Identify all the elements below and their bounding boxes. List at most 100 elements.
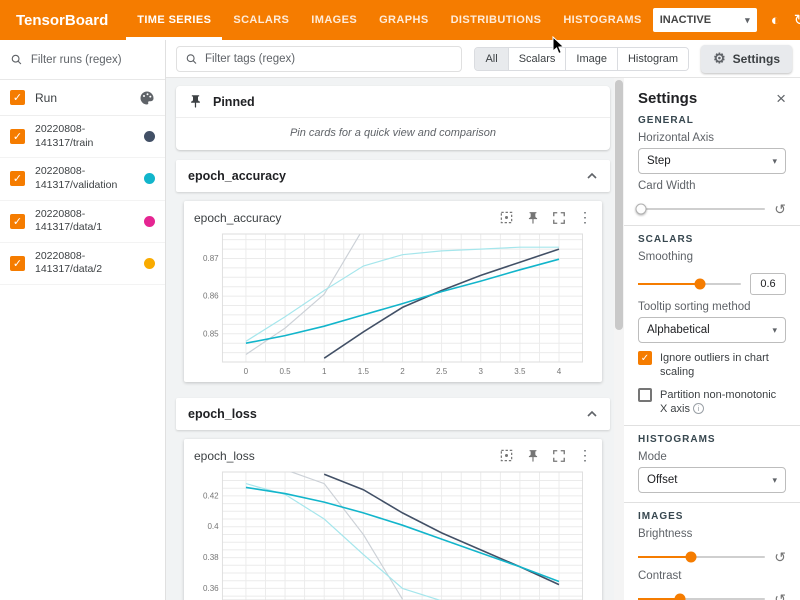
run-label: 20220808-141317/data/1 [35, 208, 134, 235]
epoch-accuracy-chart[interactable]: 00.511.522.533.540.850.860.87 [194, 228, 592, 378]
run-row-data-1[interactable]: ✓ 20220808-141317/data/1 [0, 201, 165, 243]
chart-header: epoch_loss [194, 447, 592, 464]
pin-icon[interactable] [526, 449, 540, 463]
run-color-dot[interactable] [144, 173, 155, 184]
run-label: 20220808-141317/train [35, 123, 134, 150]
run-color-dot[interactable] [144, 131, 155, 142]
tab-scalars[interactable]: SCALARS [222, 0, 300, 40]
slider-thumb[interactable] [635, 204, 646, 215]
tag-toolbar: All Scalars Image Histogram ⚙ Settings [166, 40, 800, 78]
section-label: epoch_loss [188, 407, 257, 421]
reload-status-select[interactable]: INACTIVE ▾ [653, 8, 757, 32]
svg-text:2: 2 [400, 367, 405, 376]
chevron-up-icon[interactable] [586, 172, 598, 180]
scalars-section-label: SCALARS [638, 234, 786, 245]
horizontal-axis-select[interactable]: Step ▾ [638, 148, 786, 174]
reset-icon[interactable]: ↺ [774, 202, 786, 216]
tag-filter-field [176, 46, 462, 72]
run-row-train[interactable]: ✓ 20220808-141317/train [0, 116, 165, 158]
general-section-label: GENERAL [638, 115, 786, 126]
run-checkbox[interactable]: ✓ [10, 214, 25, 229]
reset-icon[interactable]: ↺ [774, 592, 786, 600]
more-options-icon[interactable]: ⋮ [578, 209, 592, 226]
chart-title: epoch_accuracy [194, 211, 281, 225]
svg-text:0.5: 0.5 [279, 367, 291, 376]
section-header-epoch-accuracy[interactable]: epoch_accuracy [176, 160, 610, 192]
tab-histograms[interactable]: HISTOGRAMS [552, 0, 652, 40]
caret-down-icon: ▾ [772, 156, 777, 167]
run-filter-input[interactable] [31, 54, 155, 66]
tab-images[interactable]: IMAGES [300, 0, 368, 40]
theme-toggle-icon[interactable]: ◐ [771, 13, 780, 28]
smoothing-input[interactable] [750, 273, 786, 295]
reset-icon[interactable]: ↺ [774, 550, 786, 564]
run-label: 20220808-141317/validation [35, 165, 134, 192]
fullscreen-icon[interactable] [552, 211, 566, 225]
filter-chip-image[interactable]: Image [565, 48, 617, 70]
run-row-validation[interactable]: ✓ 20220808-141317/validation [0, 158, 165, 200]
ignore-outliers-checkbox[interactable]: ✓ [638, 351, 652, 365]
run-label: 20220808-141317/data/2 [35, 250, 134, 277]
partition-x-checkbox[interactable] [638, 388, 652, 402]
card-width-row: ↺ [638, 202, 786, 216]
slider-thumb[interactable] [694, 279, 705, 290]
fit-domain-icon[interactable] [499, 448, 514, 463]
chevron-up-icon[interactable] [586, 410, 598, 418]
run-filter-field [0, 40, 165, 80]
pin-icon[interactable] [526, 211, 540, 225]
smoothing-slider[interactable] [638, 283, 741, 285]
chart-actions: ⋮ [499, 209, 592, 226]
body-row: ✓ Run ✓ 20220808-141317/train ✓ 20220808… [0, 40, 800, 600]
epoch-loss-chart[interactable]: 00.511.522.533.540.420.40.380.36 [194, 466, 592, 600]
tab-graphs[interactable]: GRAPHS [368, 0, 439, 40]
brightness-slider[interactable] [638, 556, 765, 558]
settings-panel-header: Settings × [638, 90, 786, 107]
palette-icon[interactable] [139, 90, 155, 106]
card-width-slider[interactable] [638, 208, 765, 210]
section-header-epoch-loss[interactable]: epoch_loss [176, 398, 610, 430]
nav-tabs: TIME SERIES SCALARS IMAGES GRAPHS DISTRI… [126, 0, 652, 40]
chart-title: epoch_loss [194, 449, 255, 463]
filter-chip-all[interactable]: All [475, 48, 507, 70]
more-options-icon[interactable]: ⋮ [578, 447, 592, 464]
run-checkbox[interactable]: ✓ [10, 171, 25, 186]
ignore-outliers-row[interactable]: ✓ Ignore outliers in chart scaling [638, 351, 786, 380]
filter-chip-histogram[interactable]: Histogram [617, 48, 688, 70]
refresh-icon[interactable]: ↻ [794, 13, 800, 28]
scrollbar-thumb[interactable] [615, 80, 623, 330]
section-label: epoch_accuracy [188, 169, 286, 183]
cards-area: Pinned Pin cards for a quick view and co… [166, 78, 614, 600]
svg-text:0.4: 0.4 [207, 522, 219, 531]
mode-label: Mode [638, 451, 786, 463]
fullscreen-icon[interactable] [552, 449, 566, 463]
svg-text:1.5: 1.5 [358, 367, 370, 376]
caret-down-icon: ▾ [772, 325, 777, 336]
topbar-actions: INACTIVE ▾ ◐ ↻ ⚙ ? [653, 8, 800, 32]
tooltip-sorting-select[interactable]: Alphabetical ▾ [638, 317, 786, 343]
settings-button-label: Settings [733, 52, 780, 66]
settings-button[interactable]: ⚙ Settings [701, 45, 792, 73]
run-color-dot[interactable] [144, 258, 155, 269]
histogram-mode-select[interactable]: Offset ▾ [638, 467, 786, 493]
chart-actions: ⋮ [499, 447, 592, 464]
fit-domain-icon[interactable] [499, 210, 514, 225]
run-checkbox[interactable]: ✓ [10, 256, 25, 271]
slider-thumb[interactable] [674, 594, 685, 600]
partition-x-row[interactable]: Partition non-monotonic X axisi [638, 388, 786, 417]
filter-chip-scalars[interactable]: Scalars [508, 48, 566, 70]
tag-filter-input[interactable] [205, 53, 454, 65]
caret-down-icon: ▾ [772, 475, 777, 486]
svg-text:3: 3 [479, 367, 484, 376]
svg-text:0.87: 0.87 [203, 254, 219, 263]
tab-distributions[interactable]: DISTRIBUTIONS [440, 0, 553, 40]
run-color-dot[interactable] [144, 216, 155, 227]
run-row-data-2[interactable]: ✓ 20220808-141317/data/2 [0, 243, 165, 285]
tab-time-series[interactable]: TIME SERIES [126, 0, 222, 40]
histograms-section-label: HISTOGRAMS [638, 434, 786, 445]
select-all-runs-checkbox[interactable]: ✓ [10, 90, 25, 105]
slider-thumb[interactable] [686, 552, 697, 563]
chart-card-epoch-accuracy: epoch_accuracy [184, 201, 602, 382]
close-icon[interactable]: × [776, 90, 786, 107]
divider [624, 425, 800, 426]
run-checkbox[interactable]: ✓ [10, 129, 25, 144]
